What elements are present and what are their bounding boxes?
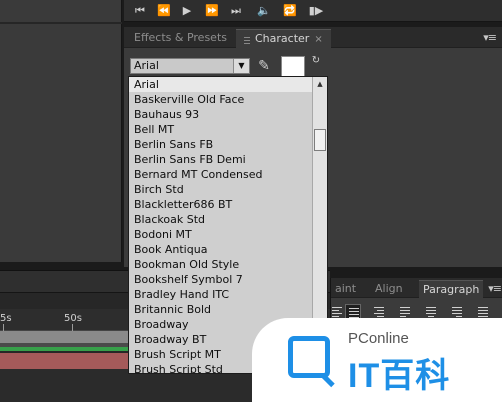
chevron-up-icon[interactable]: ▲ <box>313 77 327 91</box>
font-family-value: Arial <box>134 59 159 72</box>
swap-colors-icon[interactable]: ↻ <box>310 55 322 67</box>
grip-icon[interactable] <box>244 34 250 44</box>
watermark-brand-main: IT百科 <box>348 357 451 395</box>
font-option[interactable]: Berlin Sans FB Demi <box>129 152 312 167</box>
chevron-down-icon[interactable]: ▼ <box>233 59 249 73</box>
audio-icon[interactable]: 🔈 <box>256 3 272 19</box>
paragraph-tabbar: aint Align Paragraph ▾≡ <box>331 278 502 298</box>
font-option[interactable]: Bradley Hand ITC <box>129 287 312 302</box>
next-frame-icon[interactable]: ⏩ <box>204 3 220 19</box>
previous-frame-icon[interactable]: ⏪ <box>156 3 172 19</box>
last-frame-icon[interactable]: ⏭ <box>228 3 244 19</box>
watermark-brand-top: PConline <box>348 330 409 347</box>
loop-icon[interactable]: 🔁 <box>282 3 298 19</box>
font-option[interactable]: Blackoak Std <box>129 212 312 227</box>
tab-character[interactable]: Character × <box>236 29 331 48</box>
close-icon[interactable]: × <box>314 34 322 45</box>
project-panel <box>0 0 122 262</box>
font-option[interactable]: Blackletter686 BT <box>129 197 312 212</box>
magnifier-logo-icon <box>288 336 330 378</box>
eyedropper-icon[interactable]: ✎ <box>256 57 272 75</box>
font-option[interactable]: Book Antiqua <box>129 242 312 257</box>
font-option[interactable]: Baskerville Old Face <box>129 92 312 107</box>
watermark-logo: PConline IT百科 <box>252 318 502 402</box>
font-option[interactable]: Bell MT <box>129 122 312 137</box>
tab-character-label: Character <box>255 32 310 45</box>
font-option[interactable]: Arial <box>129 77 312 92</box>
first-frame-icon[interactable]: ⏮ <box>132 3 148 19</box>
font-option[interactable]: Bauhaus 93 <box>129 107 312 122</box>
tab-align[interactable]: Align <box>371 280 407 298</box>
ruler-tick-label: 50s <box>64 313 82 324</box>
tab-paragraph[interactable]: Paragraph <box>419 280 484 298</box>
font-option[interactable]: Britannic Bold <box>129 302 312 317</box>
font-option[interactable]: Bookshelf Symbol 7 <box>129 272 312 287</box>
tab-paint[interactable]: aint <box>331 280 360 298</box>
scrollbar-thumb[interactable] <box>314 129 326 151</box>
ruler-tick <box>72 324 73 331</box>
font-option[interactable]: Bodoni MT <box>129 227 312 242</box>
ruler-tick-label: 5s <box>0 313 12 324</box>
font-family-select[interactable]: Arial ▼ <box>130 58 250 74</box>
panel-divider <box>0 22 122 24</box>
font-option[interactable]: Bernard MT Condensed <box>129 167 312 182</box>
font-option[interactable]: Berlin Sans FB <box>129 137 312 152</box>
panel-menu-icon[interactable]: ▾≡ <box>483 31 497 44</box>
tab-effects-presets[interactable]: Effects & Presets <box>126 29 235 48</box>
font-option[interactable]: Birch Std <box>129 182 312 197</box>
play-icon[interactable]: ▶ <box>179 3 195 19</box>
panel-menu-icon[interactable]: ▾≡ <box>488 282 502 295</box>
ruler-tick <box>3 324 4 331</box>
ram-preview-icon[interactable]: ▮▶ <box>308 3 324 19</box>
preview-controls: ⏮ ⏪ ▶ ⏩ ⏭ 🔈 🔁 ▮▶ <box>124 0 502 22</box>
character-tabbar: Effects & Presets Character × ▾≡ <box>124 27 502 48</box>
tab-effects-presets-label: Effects & Presets <box>134 31 227 44</box>
font-option[interactable]: Bookman Old Style <box>129 257 312 272</box>
